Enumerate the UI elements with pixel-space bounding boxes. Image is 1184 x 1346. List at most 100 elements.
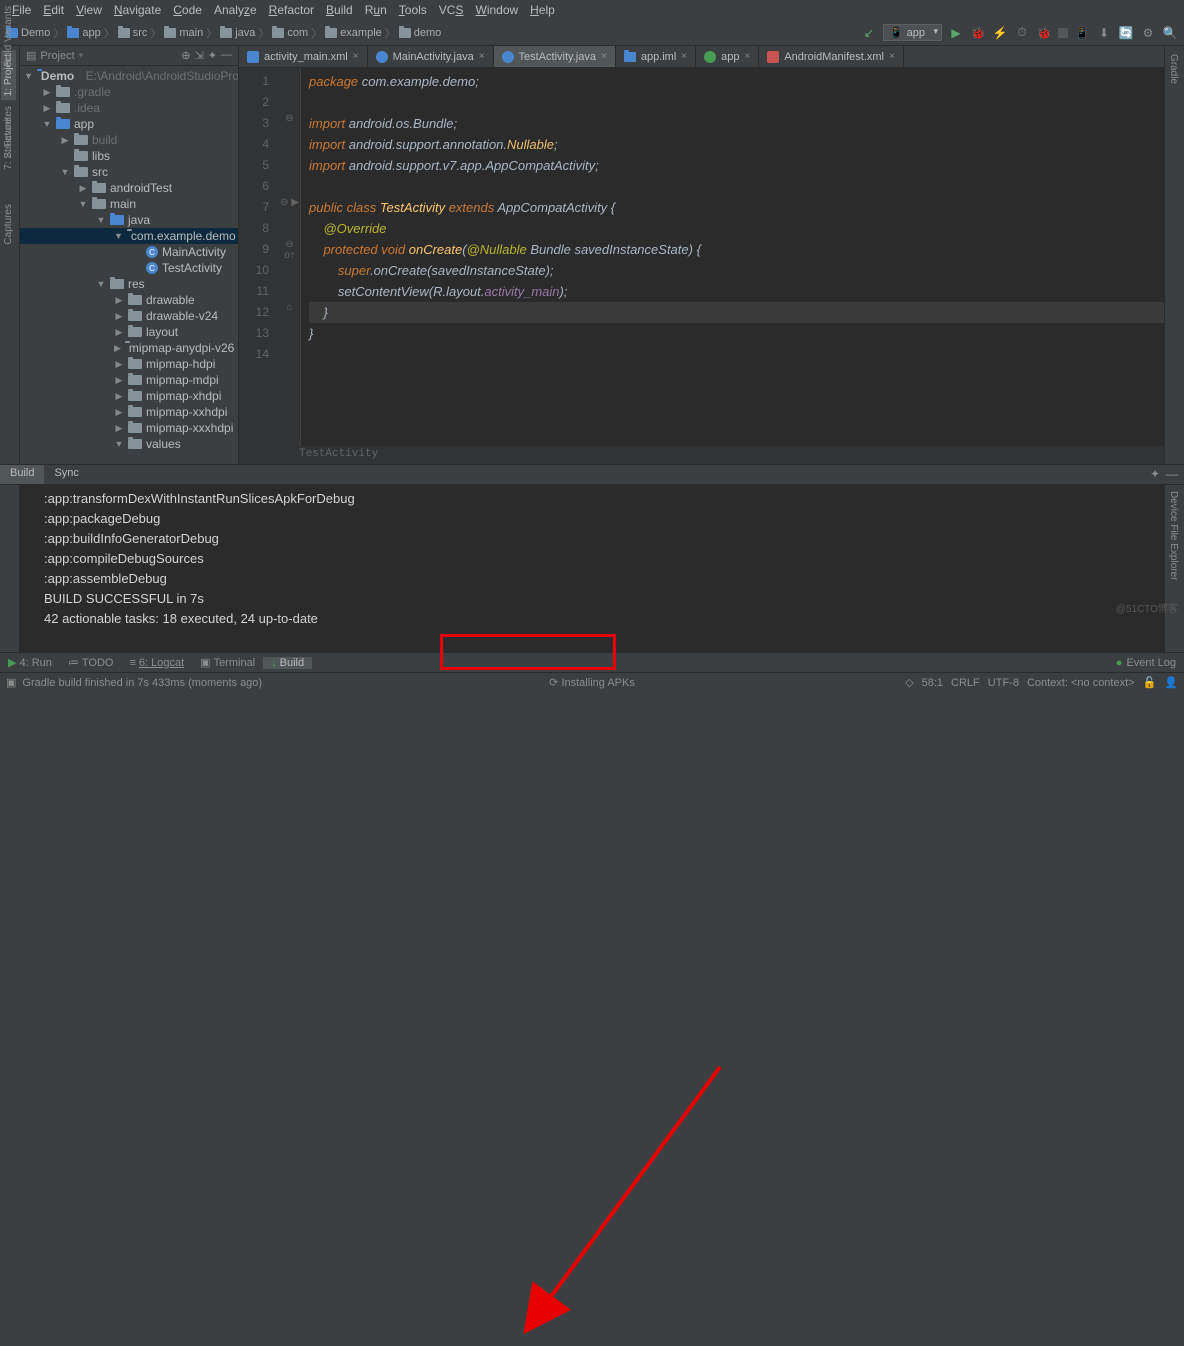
btab-logcat[interactable]: ≡6: Logcat bbox=[121, 657, 192, 669]
tree-node-xxxhdpi[interactable]: mipmap-xxxhdpi bbox=[146, 421, 233, 435]
bc-java[interactable]: java bbox=[235, 27, 255, 39]
build-output[interactable]: :app:transformDexWithInstantRunSlicesApk… bbox=[20, 485, 1164, 652]
tab-app-module[interactable]: app× bbox=[696, 46, 759, 67]
tab-favorites[interactable]: 2: Favorites bbox=[1, 102, 16, 162]
menu-vcs[interactable]: VCS bbox=[435, 3, 468, 17]
tree-node-mainactivity[interactable]: MainActivity bbox=[162, 245, 226, 259]
tab-testactivity-java[interactable]: TestActivity.java× bbox=[494, 46, 616, 67]
tab-build-variants[interactable]: Build Variants bbox=[1, 2, 16, 71]
menu-build[interactable]: Build bbox=[322, 3, 357, 17]
hide-icon[interactable]: — bbox=[1166, 467, 1178, 482]
sync-gradle-icon[interactable]: 🔄 bbox=[1118, 25, 1134, 41]
tab-device-file-explorer[interactable]: Device File Explorer bbox=[1166, 487, 1181, 584]
close-icon[interactable]: × bbox=[353, 51, 359, 62]
project-tree[interactable]: ▼Demo E:\Android\AndroidStudioPro ▶.grad… bbox=[20, 66, 238, 464]
close-icon[interactable]: × bbox=[681, 51, 687, 62]
menu-window[interactable]: Window bbox=[471, 3, 522, 17]
status-lock-icon[interactable]: 🔓 bbox=[1143, 676, 1157, 689]
panel-view-icon[interactable]: ▤ bbox=[26, 49, 36, 62]
attach-debugger-icon[interactable]: 🐞 bbox=[1036, 25, 1052, 41]
gear-icon[interactable]: ✦ bbox=[1150, 467, 1160, 482]
debug-icon[interactable]: 🐞 bbox=[970, 25, 986, 41]
tree-node-demo[interactable]: Demo bbox=[41, 69, 74, 83]
tree-node-hdpi[interactable]: mipmap-hdpi bbox=[146, 357, 215, 371]
tree-node-build[interactable]: build bbox=[92, 133, 117, 147]
btab-eventlog[interactable]: Event Log bbox=[1126, 657, 1176, 669]
tree-node-app[interactable]: app bbox=[74, 117, 94, 131]
menu-code[interactable]: Code bbox=[169, 3, 206, 17]
menu-help[interactable]: Help bbox=[526, 3, 559, 17]
menu-view[interactable]: View bbox=[72, 3, 106, 17]
gutter-marks[interactable]: ⊖⊖ ▶⊖ o↑⌂ bbox=[279, 68, 301, 446]
run-icon[interactable]: ▶ bbox=[948, 25, 964, 41]
search-icon[interactable]: 🔍 bbox=[1162, 25, 1178, 41]
tree-node-main[interactable]: main bbox=[110, 197, 136, 211]
status-context[interactable]: Context: <no context> bbox=[1027, 677, 1135, 689]
tree-node-drawablev24[interactable]: drawable-v24 bbox=[146, 309, 218, 323]
bc-src[interactable]: src bbox=[133, 27, 148, 39]
tab-gradle[interactable]: Gradle bbox=[1166, 50, 1181, 88]
collapse-all-icon[interactable]: ⇲ bbox=[195, 49, 204, 62]
build-tab-build[interactable]: Build bbox=[0, 465, 44, 484]
status-encoding[interactable]: UTF-8 bbox=[988, 677, 1019, 689]
tree-node-androidtest[interactable]: androidTest bbox=[110, 181, 172, 195]
status-hector-icon[interactable]: 👤 bbox=[1164, 676, 1178, 689]
code-area[interactable]: 1234567891011121314 ⊖⊖ ▶⊖ o↑⌂ package co… bbox=[239, 68, 1164, 446]
tree-node-anydpi[interactable]: mipmap-anydpi-v26 bbox=[129, 341, 234, 355]
breadcrumb[interactable]: Demo 〉 app 〉 src 〉 main 〉 java 〉 com 〉 e… bbox=[6, 25, 441, 41]
sdk-manager-icon[interactable]: ⬇ bbox=[1096, 25, 1112, 41]
status-line-sep[interactable]: CRLF bbox=[951, 677, 980, 689]
code-lines[interactable]: package com.example.demo; import android… bbox=[301, 68, 1164, 446]
bc-main[interactable]: main bbox=[179, 27, 203, 39]
status-caret-pos[interactable]: 58:1 bbox=[922, 677, 943, 689]
tree-node-xhdpi[interactable]: mipmap-xhdpi bbox=[146, 389, 221, 403]
tree-node-package[interactable]: com.example.demo bbox=[131, 229, 236, 243]
tab-app-iml[interactable]: app.iml× bbox=[616, 46, 696, 67]
menu-refactor[interactable]: Refactor bbox=[265, 3, 318, 17]
tree-node-mdpi[interactable]: mipmap-mdpi bbox=[146, 373, 219, 387]
menu-analyze[interactable]: Analyze bbox=[210, 3, 261, 17]
status-progress[interactable]: ⟳ Installing APKs bbox=[549, 676, 635, 689]
run-config-combo[interactable]: 📱 app bbox=[883, 24, 942, 41]
bc-example[interactable]: example bbox=[340, 27, 382, 39]
bc-app[interactable]: app bbox=[82, 27, 100, 39]
avd-manager-icon[interactable]: 📱 bbox=[1074, 25, 1090, 41]
gear-icon[interactable]: ✦ bbox=[208, 49, 217, 62]
apply-changes-icon[interactable]: ⚡ bbox=[992, 25, 1008, 41]
build-tab-sync[interactable]: Sync bbox=[44, 465, 88, 484]
editor-breadcrumb[interactable]: TestActivity bbox=[239, 446, 1164, 464]
btab-run[interactable]: ▶4: Run bbox=[0, 656, 60, 669]
btab-todo[interactable]: ≔TODO bbox=[60, 656, 122, 669]
project-structure-icon[interactable]: ⚙ bbox=[1140, 25, 1156, 41]
tree-node-idea[interactable]: .idea bbox=[74, 101, 100, 115]
menu-edit[interactable]: Edit bbox=[39, 3, 68, 17]
tab-activity-main-xml[interactable]: activity_main.xml× bbox=[239, 46, 368, 67]
tree-node-layout[interactable]: layout bbox=[146, 325, 178, 339]
hide-icon[interactable]: — bbox=[221, 49, 232, 62]
tree-node-java[interactable]: java bbox=[128, 213, 150, 227]
menu-navigate[interactable]: Navigate bbox=[110, 3, 165, 17]
make-project-icon[interactable]: ↙ bbox=[861, 25, 877, 41]
btab-build[interactable]: ↓Build bbox=[263, 657, 312, 669]
menu-tools[interactable]: Tools bbox=[395, 3, 431, 17]
close-icon[interactable]: × bbox=[601, 51, 607, 62]
status-indicator-icon[interactable]: ▣ bbox=[6, 676, 16, 689]
scroll-from-source-icon[interactable]: ⊕ bbox=[181, 49, 190, 62]
tree-node-drawable[interactable]: drawable bbox=[146, 293, 195, 307]
tree-node-gradle[interactable]: .gradle bbox=[74, 85, 111, 99]
tab-captures[interactable]: Captures bbox=[1, 200, 16, 249]
tab-mainactivity-java[interactable]: MainActivity.java× bbox=[368, 46, 494, 67]
bc-com[interactable]: com bbox=[287, 27, 308, 39]
tree-node-values[interactable]: values bbox=[146, 437, 181, 451]
tree-node-res[interactable]: res bbox=[128, 277, 145, 291]
tree-node-xxhdpi[interactable]: mipmap-xxhdpi bbox=[146, 405, 227, 419]
bc-demo[interactable]: Demo bbox=[21, 27, 50, 39]
stop-icon[interactable] bbox=[1058, 28, 1068, 38]
bc-demo2[interactable]: demo bbox=[414, 27, 442, 39]
tab-manifest-xml[interactable]: AndroidManifest.xml× bbox=[759, 46, 904, 67]
close-icon[interactable]: × bbox=[889, 51, 895, 62]
close-icon[interactable]: × bbox=[479, 51, 485, 62]
tree-node-testactivity[interactable]: TestActivity bbox=[162, 261, 222, 275]
tree-node-src[interactable]: src bbox=[92, 165, 108, 179]
menu-run[interactable]: Run bbox=[361, 3, 391, 17]
